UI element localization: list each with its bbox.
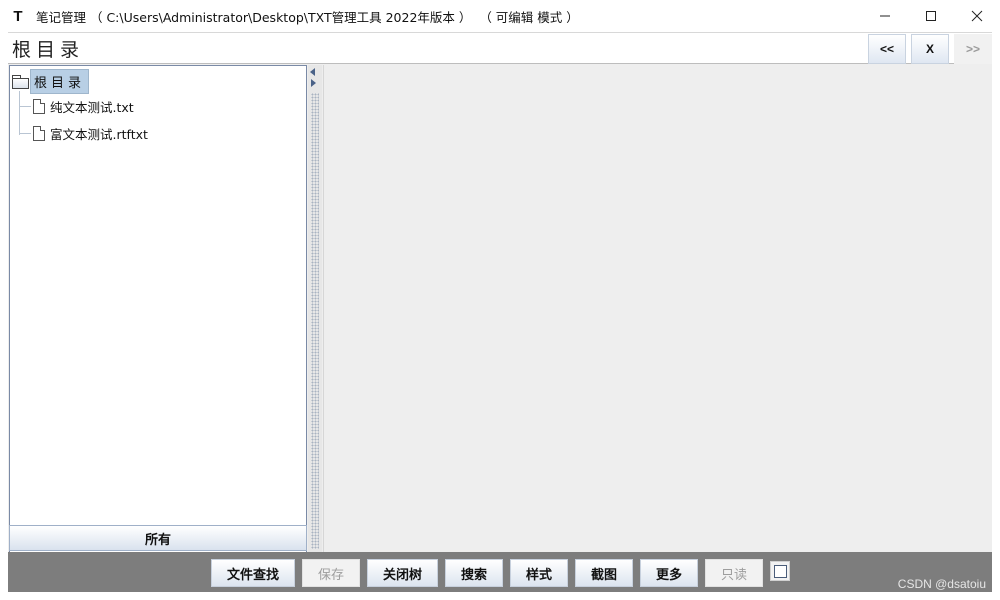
search-button[interactable]: 搜索 [445,559,503,587]
tree-root-label[interactable]: 根目录 [30,69,90,94]
close-icon [971,10,983,22]
clear-button[interactable]: X [911,34,949,64]
file-icon [33,99,45,114]
current-path: 根目录 [12,39,85,61]
minimize-button[interactable] [862,0,908,32]
maximize-icon [926,11,936,21]
screenshot-button[interactable]: 截图 [575,559,633,587]
collapse-left-icon[interactable] [310,68,315,76]
maximize-button[interactable] [908,0,954,32]
close-tree-button[interactable]: 关闭树 [367,559,438,587]
app-icon: T [13,7,23,25]
filter-all-button[interactable]: 所有 [9,525,307,551]
window-title: 笔记管理 （ C:\Users\Administrator\Desktop\TX… [36,9,579,25]
forward-button[interactable]: >> [954,34,992,64]
editor-area[interactable] [323,65,992,552]
save-button[interactable]: 保存 [302,559,360,587]
more-button[interactable]: 更多 [640,559,698,587]
tree-item-1[interactable]: 纯文本测试.txt [19,97,134,116]
tree-connector [19,133,31,134]
folder-icon [12,75,29,89]
readonly-checkbox[interactable] [770,561,790,581]
file-icon [33,126,45,141]
minimize-icon [880,15,890,17]
close-button[interactable] [954,0,1000,32]
back-button[interactable]: << [868,34,906,64]
readonly-button[interactable]: 只读 [705,559,763,587]
file-tree: 根目录 纯文本测试.txt 富文本测试.rtftxt [9,65,307,555]
window-controls [862,0,1000,32]
checkbox-box [773,564,787,578]
app-window: 根目录 << X >> 根目录 纯文本测试.txt 富文本测试.rtftxt 所… [8,32,992,592]
path-bar: 根目录 << X >> [8,32,992,64]
style-button[interactable]: 样式 [510,559,568,587]
split-divider[interactable] [308,65,322,552]
expand-right-icon[interactable] [311,79,316,87]
find-file-button[interactable]: 文件查找 [211,559,295,587]
tree-root-node[interactable]: 根目录 [12,69,90,94]
watermark: CSDN @dsatoiu [897,577,986,591]
tree-connector [19,106,31,107]
title-bar: T 笔记管理 （ C:\Users\Administrator\Desktop\… [0,0,1000,32]
tree-item-label[interactable]: 纯文本测试.txt [50,97,134,116]
tree-item-2[interactable]: 富文本测试.rtftxt [19,124,148,143]
tree-item-label[interactable]: 富文本测试.rtftxt [50,124,148,143]
splitter-grip[interactable] [311,93,319,549]
bottom-toolbar: 文件查找 保存 关闭树 搜索 样式 截图 更多 只读 [8,552,992,592]
